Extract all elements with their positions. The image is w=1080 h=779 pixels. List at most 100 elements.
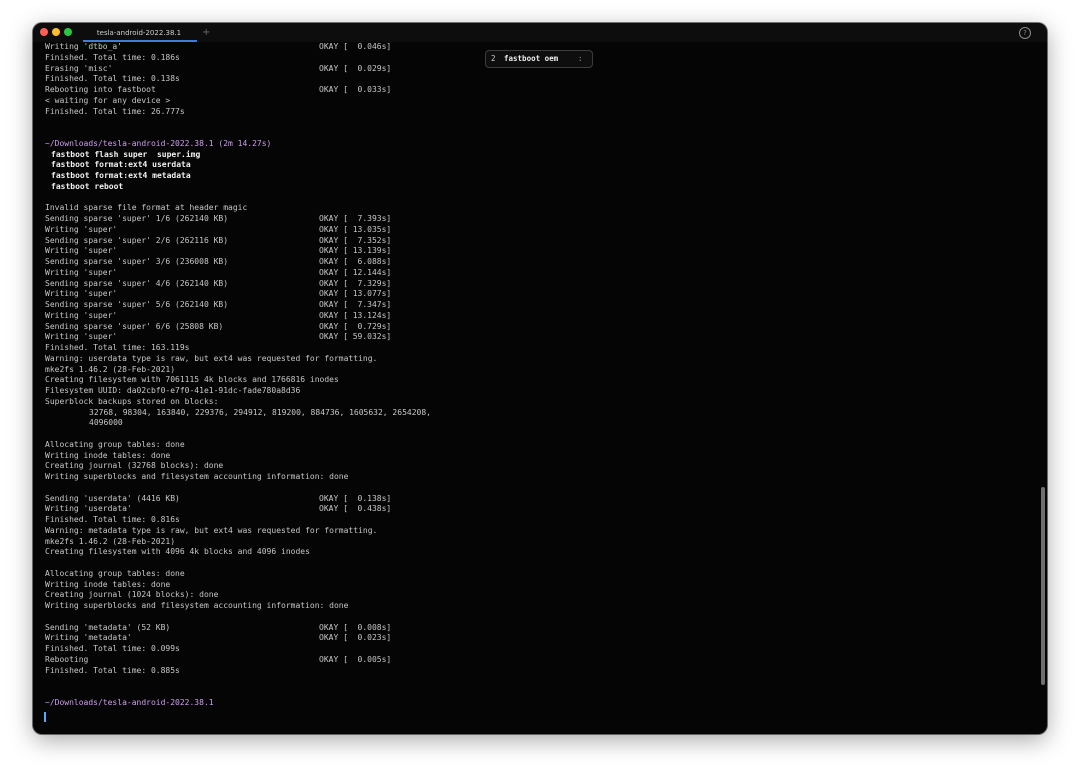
terminal-line: 4096000 [45, 418, 1005, 429]
status-okay: OKAY [ 7.347s] [319, 300, 392, 309]
status-okay: OKAY [ 12.144s] [319, 267, 392, 277]
title-bar: tesla-android-2022.38.1 + ? [33, 23, 1047, 42]
terminal-line-text: mke2fs 1.46.2 (28-Feb-2021) [45, 536, 176, 546]
terminal-line-text: Writing 'super' [45, 289, 118, 299]
terminal-line: Finished. Total time: 26.777s [45, 107, 1005, 118]
status-okay: OKAY [ 7.352s] [319, 235, 392, 245]
scrollbar[interactable] [1041, 487, 1045, 685]
terminal-line: Finished. Total time: 0.099s [45, 644, 1005, 655]
status-okay: OKAY [ 13.139s] [319, 246, 392, 256]
status-okay: OKAY [ 0.046s] [319, 42, 392, 51]
terminal-line-text: Writing inode tables: done [45, 579, 171, 589]
new-tab-button[interactable]: + [202, 25, 210, 41]
terminal-line-text: 4096000 [89, 418, 123, 428]
terminal-line-text: ~/Downloads/tesla-android-2022.38.1 [45, 697, 214, 707]
terminal-line-text: Writing 'dtbo_a' [45, 42, 123, 51]
terminal-line: Sending sparse 'super' 4/6 (262140 KB) OK… [45, 279, 1005, 290]
terminal-line: Writing inode tables: done [45, 451, 1005, 462]
terminal-line: Allocating group tables: done [45, 569, 1005, 580]
close-window-button[interactable] [40, 28, 48, 36]
terminal-line: Writing inode tables: done [45, 580, 1005, 591]
terminal-line-text: Finished. Total time: 0.138s [45, 74, 180, 84]
terminal-window: tesla-android-2022.38.1 + ? Writing 'dtb… [33, 23, 1047, 734]
terminal-line-text: ~/Downloads/tesla-android-2022.38.1 (2m … [45, 138, 272, 148]
terminal-line: Sending sparse 'super' 5/6 (262140 KB) OK… [45, 300, 1005, 311]
terminal-line: Rebooting into fastboot OKAY [ 0.033s] [45, 85, 1005, 96]
terminal-line-text: Writing 'super' [45, 246, 118, 256]
terminal-line-text: Invalid sparse file format at header mag… [45, 203, 248, 213]
terminal-line-text: Finished. Total time: 0.816s [45, 515, 180, 524]
status-okay: OKAY [ 6.088s] [319, 257, 392, 266]
terminal-line-text: fastboot reboot [51, 181, 124, 191]
status-okay: OKAY [ 7.393s] [319, 214, 392, 223]
status-okay: OKAY [ 0.438s] [319, 504, 392, 514]
maximize-window-button[interactable] [64, 28, 72, 36]
status-okay: OKAY [ 13.124s] [319, 310, 392, 320]
status-okay: OKAY [ 0.023s] [319, 633, 392, 643]
terminal-line-text: Sending 'metadata' (52 KB) [45, 622, 171, 632]
terminal-line-text: Sending sparse 'super' 4/6 (262140 KB) [45, 278, 229, 288]
terminal-line: Sending sparse 'super' 2/6 (262116 KB) OK… [45, 236, 1005, 247]
status-okay: OKAY [ 59.032s] [319, 332, 392, 342]
terminal-line-text: fastboot format:ext4 userdata [51, 160, 191, 170]
status-okay: OKAY [ 0.029s] [319, 63, 392, 73]
status-okay: OKAY [ 7.329s] [319, 278, 392, 288]
terminal-line: mke2fs 1.46.2 (28-Feb-2021) [45, 537, 1005, 548]
popup-end-marker: : [578, 54, 583, 63]
terminal-line-text: mke2fs 1.46.2 (28-Feb-2021) [45, 364, 176, 374]
terminal-line-text: Writing superblocks and filesystem accou… [45, 472, 349, 481]
terminal-line-text: Allocating group tables: done [45, 568, 185, 578]
terminal-line-text: Finished. Total time: 0.186s [45, 52, 180, 62]
terminal-line: Creating journal (1024 blocks): done [45, 590, 1005, 601]
terminal-line: Writing 'super' OKAY [ 13.139s] [45, 246, 1005, 257]
terminal-line-text: Writing inode tables: done [45, 450, 171, 460]
help-icon[interactable]: ? [1019, 27, 1031, 39]
terminal-line-text: Writing 'super' [45, 332, 118, 342]
terminal-line: Invalid sparse file format at header mag… [45, 203, 1005, 214]
terminal-line: Writing 'metadata' OKAY [ 0.023s] [45, 633, 1005, 644]
status-okay: OKAY [ 0.033s] [319, 85, 392, 94]
status-okay: OKAY [ 13.035s] [319, 224, 392, 234]
terminal-line-text: Creating filesystem with 7061115 4k bloc… [45, 375, 339, 385]
terminal-line-text: Creating journal (32768 blocks): done [45, 461, 224, 471]
status-okay: OKAY [ 0.008s] [319, 622, 392, 632]
popup-command[interactable]: fastboot oem [504, 51, 558, 67]
popup-index: 2 [491, 54, 496, 63]
command-history-popup[interactable]: 2 fastboot oem : [485, 50, 593, 68]
terminal-line-text: Sending sparse 'super' 2/6 (262116 KB) [45, 235, 229, 245]
terminal-line-text: Finished. Total time: 163.119s [45, 343, 190, 352]
terminal-line-text: Finished. Total time: 0.099s [45, 644, 180, 653]
terminal-line-text: Superblock backups stored on blocks: [45, 396, 219, 406]
terminal-line: Superblock backups stored on blocks: [45, 397, 1005, 408]
terminal-line: Warning: userdata type is raw, but ext4 … [45, 354, 1005, 365]
terminal-line-text: Erasing 'misc' [45, 63, 113, 73]
terminal-line: Finished. Total time: 163.119s [45, 343, 1005, 354]
terminal-line: Sending sparse 'super' 1/6 (262140 KB) OK… [45, 214, 1005, 225]
terminal-line-text: Warning: metadata type is raw, but ext4 … [45, 525, 378, 535]
terminal-line: fastboot reboot [45, 182, 1005, 193]
status-okay: OKAY [ 13.077s] [319, 289, 392, 299]
terminal-line: Creating filesystem with 4096 4k blocks … [45, 547, 1005, 558]
terminal-line-text: Creating journal (1024 blocks): done [45, 590, 219, 600]
status-okay: OKAY [ 0.005s] [319, 654, 392, 664]
terminal-line: fastboot format:ext4 metadata [45, 171, 1005, 182]
terminal-line-text: < waiting for any device > [45, 95, 171, 105]
minimize-window-button[interactable] [52, 28, 60, 36]
terminal-output[interactable]: Writing 'dtbo_a' OKAY [ 0.046s] Finished. … [45, 42, 1005, 709]
terminal-line: Writing 'super' OKAY [ 13.077s] [45, 289, 1005, 300]
terminal-line: Writing 'super' OKAY [ 59.032s] [45, 332, 1005, 343]
terminal-line: Writing 'userdata' OKAY [ 0.438s] [45, 504, 1005, 515]
terminal-line-text: Finished. Total time: 26.777s [45, 106, 185, 116]
terminal-line-text: Writing 'super' [45, 224, 118, 234]
terminal-line: Writing superblocks and filesystem accou… [45, 472, 1005, 483]
terminal-line: Rebooting OKAY [ 0.005s] [45, 655, 1005, 666]
terminal-line: Allocating group tables: done [45, 440, 1005, 451]
terminal-line-text: Warning: userdata type is raw, but ext4 … [45, 353, 378, 363]
terminal-line: Sending sparse 'super' 6/6 (25808 KB) OKA… [45, 322, 1005, 333]
